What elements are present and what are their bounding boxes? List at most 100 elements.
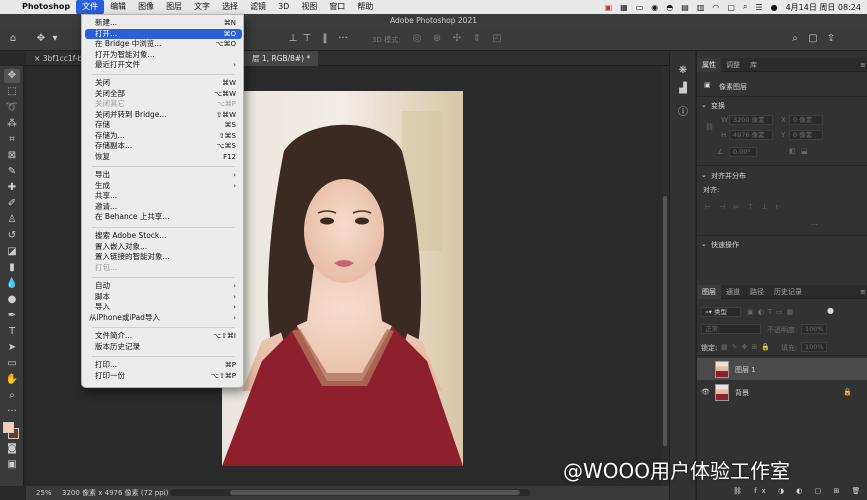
foreground-color-swatch[interactable] [3, 422, 14, 433]
shape-tool-icon[interactable]: ▭ [4, 357, 20, 371]
menu-item-share-behance[interactable]: 在 Behance 上共享... [85, 212, 242, 223]
siri-icon[interactable]: ● [767, 3, 782, 12]
3d-rotate-icon[interactable]: ◎ [410, 32, 424, 46]
opacity-field[interactable]: 100% [801, 324, 827, 334]
tab-document-2[interactable]: 层 1, RGB/8#) * [244, 51, 319, 66]
menu-item-open-smart-object[interactable]: 打开为智能对象... [85, 50, 242, 61]
status-app-icon[interactable]: ▣ [601, 3, 617, 12]
lock-icons[interactable]: ▦✎✥⊞🔒 [721, 343, 774, 351]
menu-window[interactable]: 窗口 [323, 0, 351, 14]
gradient-tool-icon[interactable]: ▮ [4, 261, 20, 275]
menu-item-close-go-bridge[interactable]: 关闭并转到 Bridge... ⇧⌘W [85, 110, 242, 121]
menu-item-recent[interactable]: 最近打开文件 › [85, 60, 242, 71]
close-icon[interactable]: × [34, 54, 40, 63]
menu-item-automate[interactable]: 自动 › [85, 281, 242, 292]
frame-tool-icon[interactable]: ⊠ [4, 149, 20, 163]
chevron-down-icon[interactable]: ⌄ [701, 171, 707, 179]
menu-item-save[interactable]: 存储 ⌘S [85, 120, 242, 131]
status-icon[interactable]: ◓ [662, 3, 677, 12]
stamp-tool-icon[interactable]: ♙ [4, 213, 20, 227]
tab-layers[interactable]: 图层 [697, 285, 721, 299]
menu-item-version-history[interactable]: 版本历史记录 [85, 342, 242, 353]
brush-tool-icon[interactable]: ✐ [4, 197, 20, 211]
move-tool-icon[interactable]: ✥ [34, 32, 48, 46]
tab-libraries[interactable]: 库 [745, 58, 762, 72]
home-icon[interactable]: ⌂ [6, 32, 20, 46]
vertical-scrollbar[interactable] [661, 66, 669, 486]
more-icon[interactable]: ··· [336, 32, 350, 46]
3d-panel-icon[interactable]: ❋ [675, 63, 691, 79]
more-icon[interactable]: ··· [811, 221, 818, 229]
layer-row[interactable]: 图层 1 [697, 358, 867, 380]
menu-item-place-embedded[interactable]: 置入嵌入对象... [85, 242, 242, 253]
height-field[interactable]: 4976 像素 [729, 130, 773, 140]
horizontal-scrollbar[interactable] [170, 489, 530, 496]
search-icon[interactable]: ⌕ [788, 32, 802, 46]
menu-item-revert[interactable]: 恢复 F12 [85, 152, 242, 163]
width-field[interactable]: 3200 像素 [729, 115, 773, 125]
menu-3d[interactable]: 3D [272, 0, 295, 14]
wifi-icon[interactable]: ◠ [708, 3, 723, 12]
scrollbar-thumb[interactable] [230, 490, 520, 495]
search-icon[interactable]: ⌕ [739, 2, 751, 12]
3d-scale-icon[interactable]: ◰ [490, 32, 504, 46]
type-tool-icon[interactable]: T [4, 325, 20, 339]
menu-item-place-linked[interactable]: 置入链接的智能对象... [85, 252, 242, 263]
menu-item-save-copy[interactable]: 存储副本... ⌥⌘S [85, 141, 242, 152]
tab-adjustments[interactable]: 调整 [721, 58, 745, 72]
angle-field[interactable]: 0.00° [729, 147, 757, 157]
menu-item-new[interactable]: 新建... ⌘N [85, 18, 242, 29]
layer-name[interactable]: 图层 1 [735, 365, 756, 375]
status-icon[interactable]: ◉ [647, 3, 662, 12]
status-icon[interactable]: ▤ [677, 3, 693, 12]
menu-item-save-as[interactable]: 存储为... ⇧⌘S [85, 131, 242, 142]
histogram-icon[interactable]: ▟ [675, 81, 691, 97]
menu-edit[interactable]: 编辑 [104, 0, 132, 14]
info-icon[interactable]: ⓘ [675, 105, 691, 121]
workspace-icon[interactable]: ▢ [806, 32, 820, 46]
menu-image[interactable]: 图像 [132, 0, 160, 14]
menu-item-close-all[interactable]: 关闭全部 ⌥⌘W [85, 89, 242, 100]
quick-select-tool-icon[interactable]: ⁂ [4, 117, 20, 131]
chevron-down-icon[interactable]: ⌄ [701, 240, 707, 248]
menu-item-import-iphone[interactable]: 从iPhone或iPad导入 › [85, 313, 242, 324]
align-icon[interactable]: ⊤ [300, 32, 314, 46]
menu-item-print[interactable]: 打印... ⌘P [85, 360, 242, 371]
status-icon[interactable]: ▥ [693, 3, 709, 12]
link-icon[interactable]: ⛓ [705, 123, 714, 131]
menu-item-generate[interactable]: 生成 › [85, 181, 242, 192]
menu-item-open[interactable]: 打开... ⌘O [85, 28, 242, 39]
dodge-tool-icon[interactable]: ● [4, 293, 20, 307]
3d-roll-icon[interactable]: ⊛ [430, 32, 444, 46]
3d-drag-icon[interactable]: ✣ [450, 32, 464, 46]
layer-row[interactable]: 👁 背景 🔒 [697, 381, 867, 403]
menu-file[interactable]: 文件 [76, 0, 105, 14]
document-image[interactable] [222, 91, 463, 466]
screen-mode-icon[interactable]: ▣ [4, 458, 20, 472]
control-center-icon[interactable]: ☰ [751, 3, 766, 12]
panel-menu-icon[interactable]: ≡ [855, 58, 867, 72]
tab-properties[interactable]: 属性 [697, 58, 721, 72]
healing-tool-icon[interactable]: ✚ [4, 181, 20, 195]
blur-tool-icon[interactable]: 💧 [4, 277, 20, 291]
flip-horizontal-icon[interactable]: ◧ [789, 147, 796, 155]
eye-icon[interactable]: 👁 [701, 388, 710, 396]
app-menu-photoshop[interactable]: Photoshop [16, 0, 76, 14]
menu-type[interactable]: 文字 [188, 0, 216, 14]
document-info[interactable]: 3200 像素 x 4976 像素 (72 ppi) [62, 486, 168, 500]
layer-filter-icons[interactable]: ▣◐T▭▦ [747, 308, 797, 316]
chevron-down-icon[interactable]: ▾ [48, 32, 62, 46]
3d-slide-icon[interactable]: ⇕ [470, 32, 484, 46]
clock[interactable]: 4月14日 周日 08:24 [782, 2, 867, 13]
menu-item-import[interactable]: 导入 › [85, 302, 242, 313]
share-icon[interactable]: ⇪ [824, 32, 838, 46]
zoom-tool-icon[interactable]: ⌕ [4, 389, 20, 403]
align-icon[interactable]: ⊥ [286, 32, 300, 46]
eyedropper-tool-icon[interactable]: ✎ [4, 165, 20, 179]
status-icon[interactable]: ▢ [723, 3, 739, 12]
eraser-tool-icon[interactable]: ◪ [4, 245, 20, 259]
menu-help[interactable]: 帮助 [351, 0, 379, 14]
menu-item-invite[interactable]: 邀请... [85, 202, 242, 213]
hand-tool-icon[interactable]: ✋ [4, 373, 20, 387]
zoom-level[interactable]: 25% [36, 486, 52, 500]
